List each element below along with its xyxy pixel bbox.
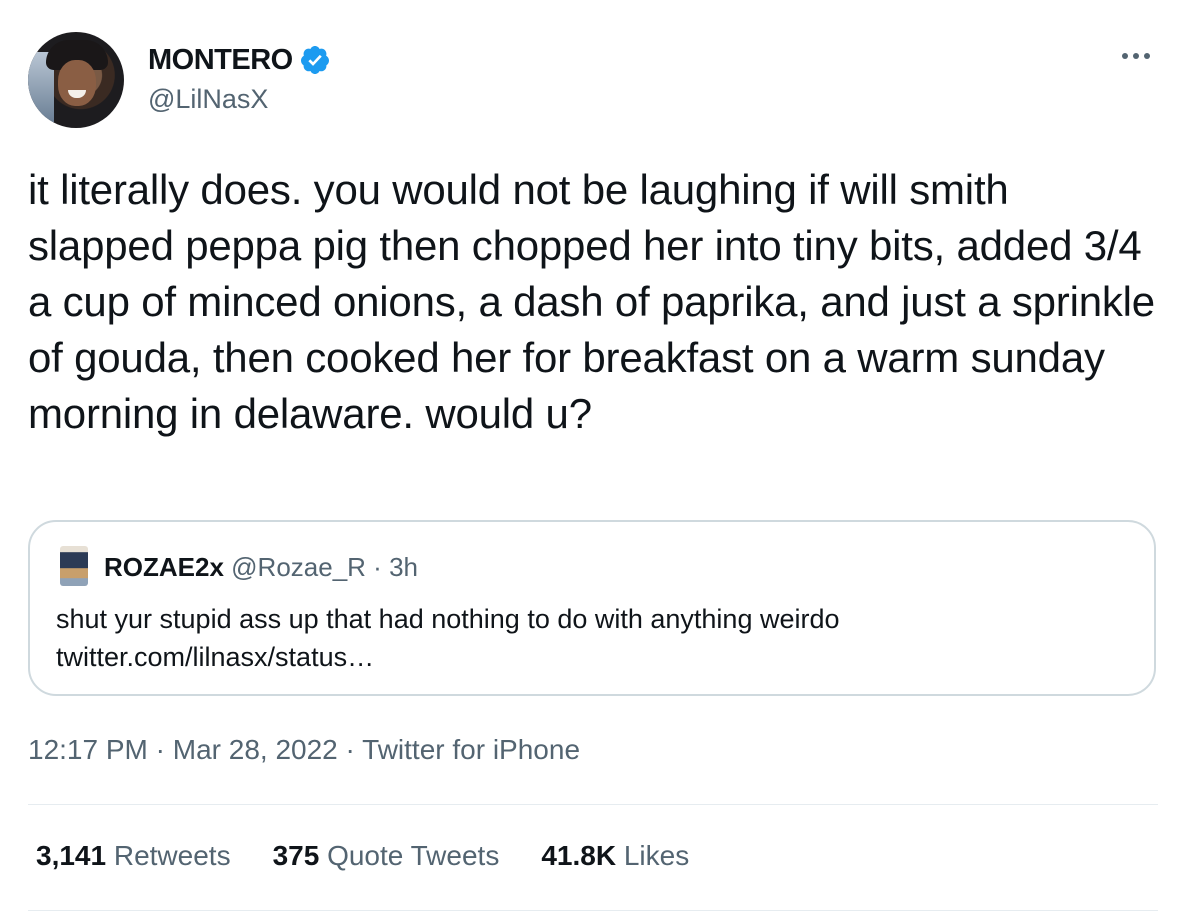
quoted-tweet-card[interactable]: ROZAE2x @Rozae_R · 3h shut yur stupid as…: [28, 520, 1156, 696]
author-display-name[interactable]: MONTERO: [148, 44, 293, 77]
tweet-timestamp: 12:17 PM · Mar 28, 2022 · Twitter for iP…: [28, 734, 580, 766]
more-horizontal-icon[interactable]: [1116, 44, 1156, 68]
tweet-detail: MONTERO @LilNasX it literally does. you …: [0, 0, 1182, 914]
author-avatar[interactable]: [28, 32, 124, 128]
quote-tweets-stat[interactable]: 375 Quote Tweets: [273, 840, 500, 872]
tweet-text: it literally does. you would not be laug…: [28, 166, 1167, 437]
tweet-stats: 3,141 Retweets 375 Quote Tweets 41.8K Li…: [36, 840, 689, 872]
quoted-text-line: shut yur stupid ass up that had nothing …: [56, 604, 840, 634]
likes-label: Likes: [623, 840, 690, 871]
likes-stat[interactable]: 41.8K Likes: [541, 840, 689, 872]
retweets-stat[interactable]: 3,141 Retweets: [36, 840, 231, 872]
more-dot: [1122, 53, 1128, 59]
quoted-tweet-age[interactable]: 3h: [389, 552, 418, 582]
quoted-author-name[interactable]: ROZAE2x: [104, 552, 224, 582]
timestamp-separator: ·: [147, 734, 173, 765]
quoted-author-handle[interactable]: @Rozae_R: [231, 552, 366, 582]
author-handle[interactable]: @LilNasX: [148, 84, 268, 115]
quoted-author-avatar[interactable]: [60, 546, 88, 586]
verified-badge-icon: [300, 46, 329, 74]
quoted-tweet-text: shut yur stupid ass up that had nothing …: [56, 600, 1136, 676]
retweets-count: 3,141: [36, 840, 107, 871]
quoted-separator: ·: [365, 552, 390, 582]
quoted-link[interactable]: twitter.com/lilnasx/status…: [56, 638, 1136, 676]
quote-tweets-label: Quote Tweets: [327, 840, 500, 871]
retweets-label: Retweets: [113, 840, 231, 871]
quoted-tweet-header: ROZAE2x @Rozae_R · 3h: [104, 552, 418, 583]
likes-count: 41.8K: [541, 840, 617, 871]
more-dot: [1144, 53, 1150, 59]
avatar-face: [58, 60, 96, 106]
tweet-date[interactable]: Mar 28, 2022: [173, 734, 338, 765]
tweet-time[interactable]: 12:17 PM: [28, 734, 148, 765]
quote-tweets-count: 375: [272, 840, 320, 871]
divider: [28, 910, 1158, 911]
author-name-row[interactable]: MONTERO: [148, 42, 331, 78]
divider: [28, 804, 1158, 805]
more-dot: [1133, 53, 1139, 59]
timestamp-separator: ·: [337, 734, 363, 765]
tweet-source[interactable]: Twitter for iPhone: [362, 734, 580, 765]
